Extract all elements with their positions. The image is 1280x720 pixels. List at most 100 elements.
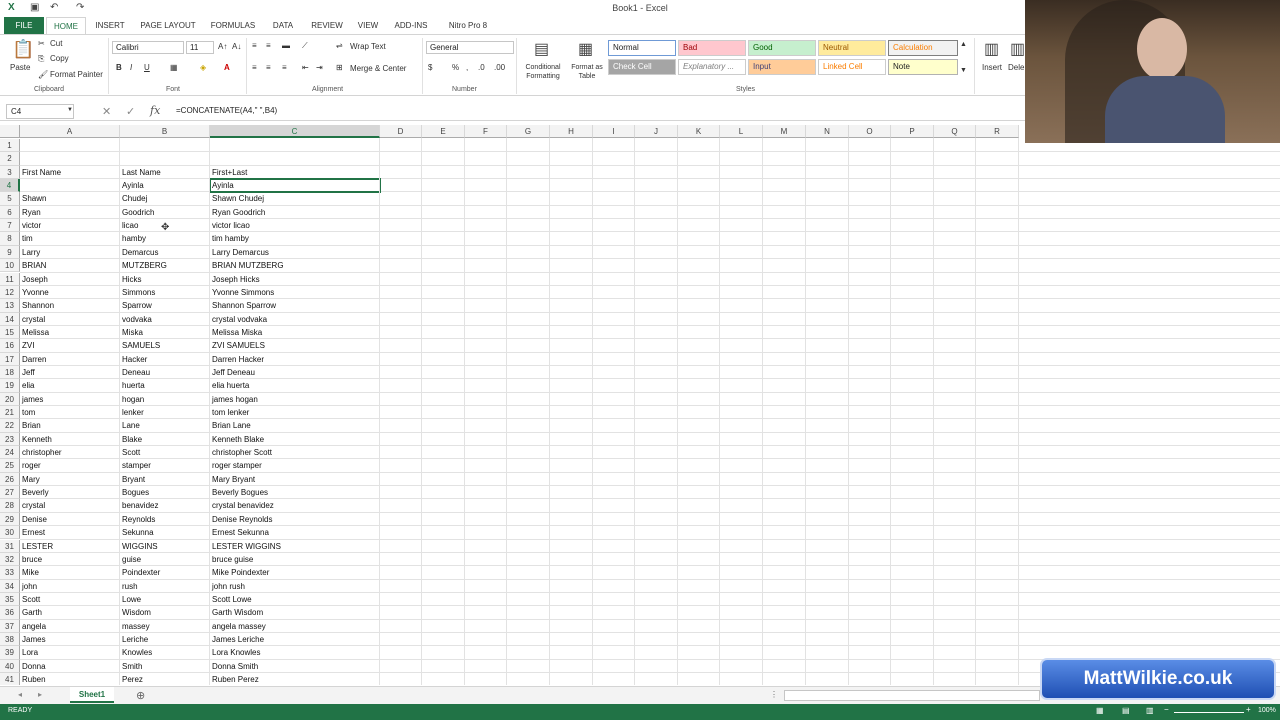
select-all-corner[interactable] (0, 125, 20, 138)
cell-c3[interactable]: First+Last (210, 168, 247, 177)
cell-b22[interactable]: Lane (120, 421, 140, 430)
align-bottom-icon[interactable]: ▬ (282, 41, 290, 50)
cell-c38[interactable]: James Leriche (210, 635, 264, 644)
active-cell[interactable] (209, 178, 381, 194)
row-header[interactable]: 30 (0, 526, 20, 540)
row-header[interactable]: 21 (0, 406, 20, 420)
cell-a5[interactable]: Shawn (20, 194, 46, 203)
cell-b7[interactable]: licao (120, 221, 138, 230)
sheet-prev-icon[interactable]: ◂ (18, 690, 22, 699)
cell-c35[interactable]: Scott Lowe (210, 595, 252, 604)
cell-a31[interactable]: LESTER (20, 542, 53, 551)
cell-c34[interactable]: john rush (210, 582, 245, 591)
column-header-r[interactable]: R (976, 125, 1019, 138)
row-header[interactable]: 20 (0, 392, 20, 406)
cell-a30[interactable]: Ernest (20, 528, 45, 537)
row-header[interactable]: 15 (0, 325, 20, 340)
align-top-icon[interactable]: ≡ (252, 41, 257, 50)
cell-a39[interactable]: Lora (20, 648, 38, 657)
cell-c25[interactable]: roger stamper (210, 461, 262, 470)
style-input[interactable]: Input (748, 59, 816, 75)
cell-c8[interactable]: tim hamby (210, 234, 249, 243)
cell-b24[interactable]: Scott (120, 448, 140, 457)
decrease-decimal-icon[interactable]: .00 (494, 63, 505, 72)
font-size-combo[interactable]: 11 (186, 41, 214, 54)
cell-a20[interactable]: james (20, 395, 43, 404)
row-header[interactable]: 17 (0, 352, 20, 366)
row-header[interactable]: 11 (0, 272, 20, 286)
cell-c11[interactable]: Joseph Hicks (210, 275, 260, 284)
cell-a9[interactable]: Larry (20, 248, 40, 257)
cell-b13[interactable]: Sparrow (120, 301, 152, 310)
cell-a14[interactable]: crystal (20, 315, 45, 324)
cell-b41[interactable]: Perez (120, 675, 143, 684)
page-break-view-icon[interactable]: ▥ (1146, 706, 1154, 715)
column-header-n[interactable]: N (806, 125, 849, 138)
cell-b5[interactable]: Chudej (120, 194, 147, 203)
column-header-e[interactable]: E (422, 125, 465, 138)
page-layout-view-icon[interactable]: ▤ (1122, 706, 1130, 715)
row-header[interactable]: 9 (0, 245, 20, 260)
font-color-icon[interactable]: A (224, 63, 230, 72)
cell-c30[interactable]: Ernest Sekunna (210, 528, 269, 537)
style-good[interactable]: Good (748, 40, 816, 56)
cut-button[interactable]: Cut (50, 39, 62, 48)
cell-a11[interactable]: Joseph (20, 275, 48, 284)
row-header[interactable]: 38 (0, 632, 20, 647)
row-header[interactable]: 27 (0, 486, 20, 500)
row-header[interactable]: 5 (0, 192, 20, 206)
column-header-c[interactable]: C (210, 125, 380, 138)
column-header-p[interactable]: P (891, 125, 934, 138)
name-box-dropdown-icon[interactable]: ▼ (67, 107, 73, 113)
cell-a10[interactable]: BRIAN (20, 261, 46, 270)
shrink-font-icon[interactable]: A↓ (232, 42, 241, 51)
cell-c16[interactable]: ZVI SAMUELS (210, 341, 265, 350)
cell-a27[interactable]: Beverly (20, 488, 49, 497)
cell-c31[interactable]: LESTER WIGGINS (210, 542, 281, 551)
cell-a15[interactable]: Melissa (20, 328, 49, 337)
cell-c39[interactable]: Lora Knowles (210, 648, 260, 657)
cell-c6[interactable]: Ryan Goodrich (210, 208, 265, 217)
enter-button[interactable]: ✓ (126, 105, 135, 118)
column-header-o[interactable]: O (849, 125, 891, 138)
format-as-table-icon[interactable]: ▦ (578, 39, 593, 59)
cut-icon[interactable]: ✂ (38, 39, 45, 48)
row-header[interactable]: 40 (0, 659, 20, 673)
cell-a26[interactable]: Mary (20, 475, 40, 484)
row-header[interactable]: 32 (0, 552, 20, 567)
cell-b20[interactable]: hogan (120, 395, 144, 404)
cell-b17[interactable]: Hacker (120, 355, 147, 364)
row-header[interactable]: 35 (0, 592, 20, 607)
column-header-d[interactable]: D (380, 125, 422, 138)
row-header[interactable]: 25 (0, 459, 20, 473)
cell-b19[interactable]: huerta (120, 381, 145, 390)
tab-data[interactable]: DATA (264, 17, 302, 34)
format-as-table-button[interactable]: Format as Table (568, 63, 606, 81)
cell-c22[interactable]: Brian Lane (210, 421, 251, 430)
cell-a28[interactable]: crystal (20, 501, 45, 510)
cell-b26[interactable]: Bryant (120, 475, 145, 484)
tab-file[interactable]: FILE (4, 17, 44, 34)
cell-a21[interactable]: tom (20, 408, 35, 417)
sheet-tab-sheet1[interactable]: Sheet1 (70, 687, 114, 703)
cell-b21[interactable]: lenker (120, 408, 144, 417)
style-calculation[interactable]: Calculation (888, 40, 958, 56)
cell-c32[interactable]: bruce guise (210, 555, 253, 564)
insert-button[interactable]: Insert (982, 63, 1002, 72)
cell-a8[interactable]: tim (20, 234, 33, 243)
column-header-i[interactable]: I (593, 125, 635, 138)
cell-b33[interactable]: Poindexter (120, 568, 160, 577)
underline-button[interactable]: U (144, 63, 150, 72)
sheet-next-icon[interactable]: ▸ (38, 690, 42, 699)
cell-b8[interactable]: hamby (120, 234, 146, 243)
cell-c10[interactable]: BRIAN MUTZBERG (210, 261, 284, 270)
cell-c19[interactable]: elia huerta (210, 381, 249, 390)
cell-b35[interactable]: Lowe (120, 595, 141, 604)
cell-b4[interactable]: Ayinla (120, 181, 144, 190)
style-normal[interactable]: Normal (608, 40, 676, 56)
cell-b36[interactable]: Wisdom (120, 608, 151, 617)
column-header-f[interactable]: F (465, 125, 507, 138)
cell-b28[interactable]: benavidez (120, 501, 158, 510)
cell-a18[interactable]: Jeff (20, 368, 35, 377)
cell-b27[interactable]: Bogues (120, 488, 149, 497)
